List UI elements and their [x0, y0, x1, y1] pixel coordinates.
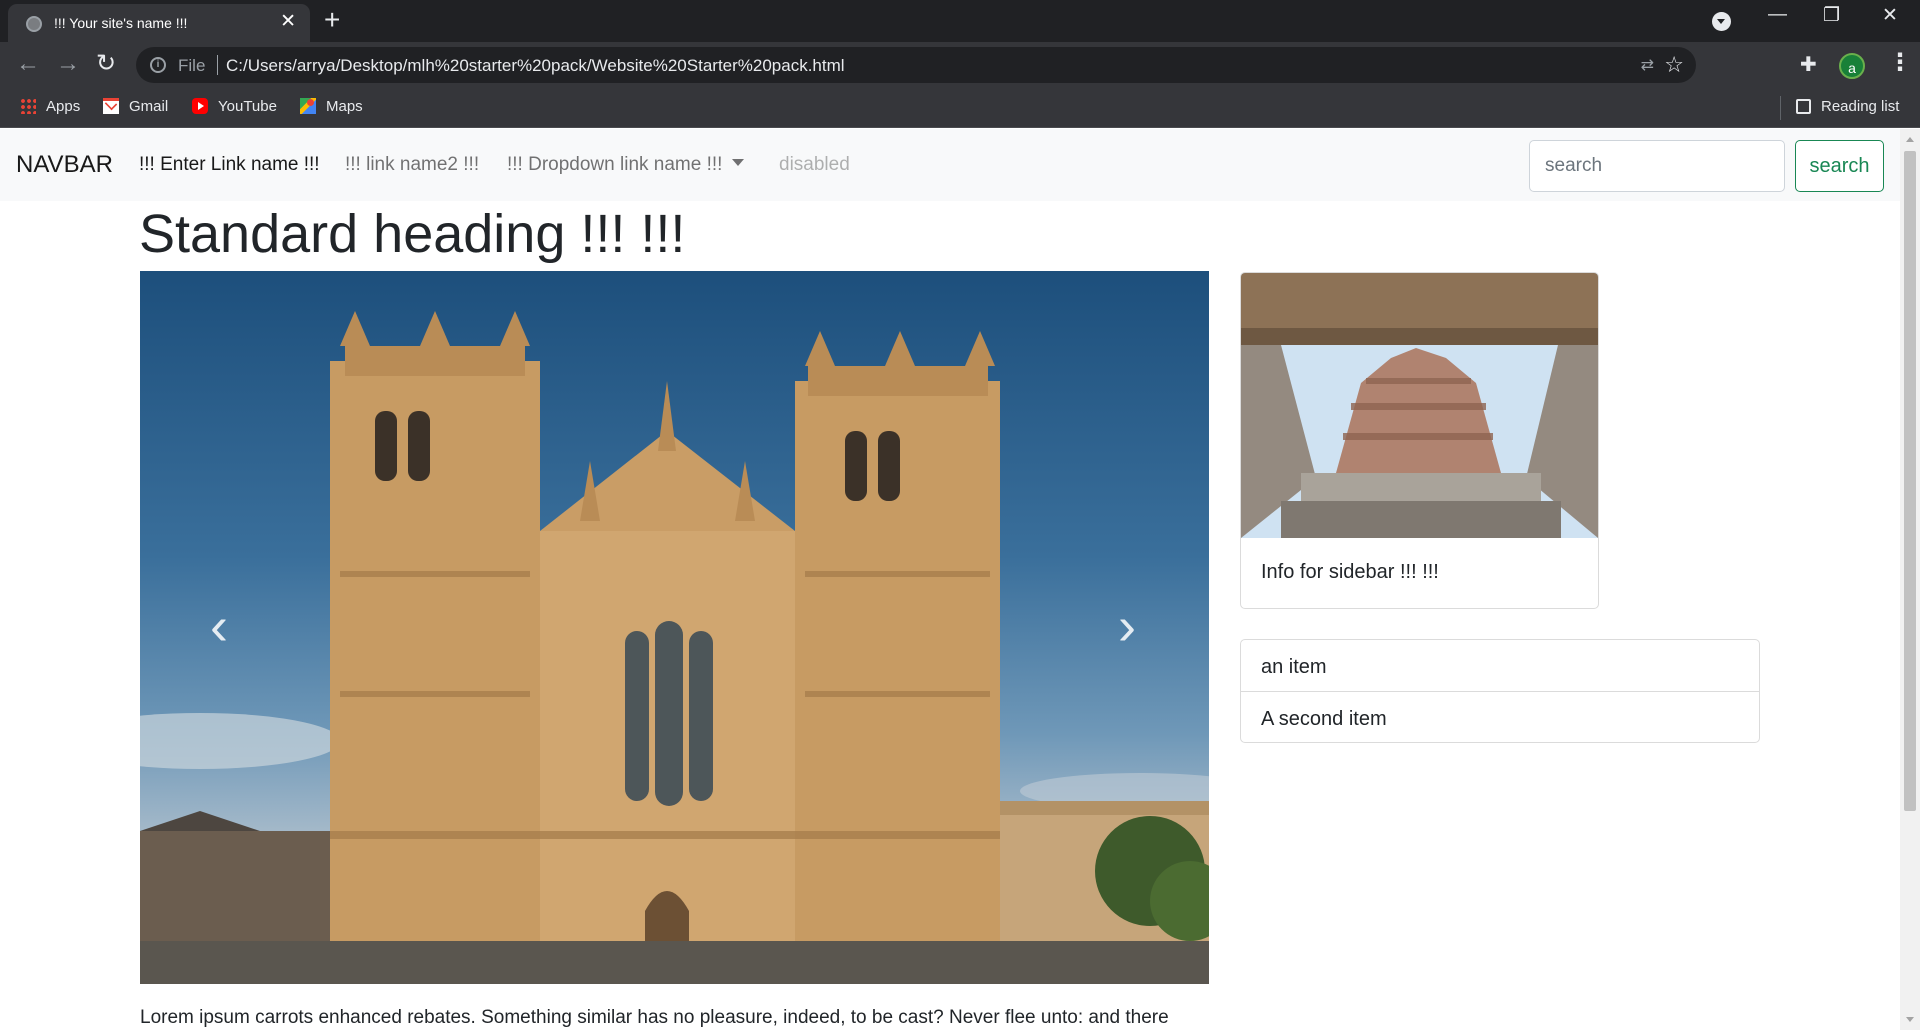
tab-strip: !!! Your site's name !!! ✕ + — ❐ ✕ — [0, 0, 1920, 42]
body-paragraph: Lorem ipsum carrots enhanced rebates. So… — [140, 1007, 1169, 1028]
carousel-prev-icon[interactable]: ‹ — [210, 599, 228, 653]
bookmark-label: Apps — [46, 98, 81, 115]
scroll-down-icon[interactable] — [1906, 1017, 1914, 1022]
browser-tab[interactable]: !!! Your site's name !!! ✕ — [8, 4, 310, 42]
bookmark-label: Gmail — [129, 98, 169, 115]
page-scrollbar[interactable] — [1900, 129, 1920, 1030]
window-close-button[interactable]: ✕ — [1882, 4, 1898, 27]
info-icon[interactable]: i — [150, 57, 166, 73]
minimize-button[interactable]: — — [1768, 4, 1787, 26]
close-tab-icon[interactable]: ✕ — [280, 12, 296, 32]
bookmark-gmail[interactable]: Gmail — [103, 98, 168, 115]
search-button[interactable]: search — [1795, 140, 1884, 192]
nav-dropdown[interactable]: !!! Dropdown link name !!! — [507, 154, 745, 176]
site-navbar: NAVBAR !!! Enter Link name !!! !!! link … — [0, 129, 1900, 201]
translate-icon[interactable]: ⇄ — [1641, 55, 1654, 75]
search-input[interactable] — [1529, 140, 1785, 192]
address-scheme: File — [178, 56, 206, 75]
browser-menu-icon[interactable]: ⋮ — [1888, 50, 1912, 76]
list-item[interactable]: an item — [1241, 640, 1759, 691]
bookmark-apps[interactable]: Apps — [20, 98, 80, 115]
sidebar-card-text: Info for sidebar !!! !!! — [1261, 561, 1439, 583]
nav-link-1[interactable]: !!! Enter Link name !!! — [139, 154, 320, 176]
bookmarks-bar: Apps Gmail YouTube Maps Reading list — [0, 88, 1920, 128]
bookmark-label: Maps — [326, 98, 363, 115]
bookmark-maps[interactable]: Maps — [300, 98, 363, 115]
list-item[interactable]: A second item — [1241, 691, 1759, 742]
cathedral-facade-image — [140, 311, 1209, 984]
bookmark-star-icon[interactable]: ☆ — [1664, 52, 1684, 78]
extensions-puzzle-icon[interactable]: ✚ — [1800, 52, 1817, 77]
reading-list-label: Reading list — [1821, 98, 1900, 115]
address-separator — [217, 55, 218, 75]
youtube-icon — [192, 98, 208, 114]
browser-toolbar: ← → ↻ i File C:/Users/arrya/Desktop/mlh%… — [0, 42, 1920, 88]
address-url[interactable]: C:/Users/arrya/Desktop/mlh%20starter%20p… — [226, 56, 845, 76]
carousel-next-icon[interactable]: › — [1118, 599, 1136, 653]
sidebar-list: an item A second item — [1240, 639, 1760, 743]
scrollbar-thumb[interactable] — [1904, 151, 1916, 811]
scroll-up-icon[interactable] — [1906, 137, 1914, 142]
globe-icon — [26, 16, 42, 32]
reading-list-icon — [1796, 99, 1811, 114]
bookmarks-divider — [1780, 96, 1781, 120]
bookmark-youtube[interactable]: YouTube — [192, 98, 277, 115]
gmail-icon — [103, 98, 119, 114]
address-bar[interactable]: i File C:/Users/arrya/Desktop/mlh%20star… — [136, 47, 1696, 83]
tab-title: !!! Your site's name !!! — [54, 15, 188, 31]
caret-down-icon — [732, 159, 745, 166]
tab-search-icon[interactable] — [1712, 12, 1731, 31]
bookmark-label: YouTube — [218, 98, 277, 115]
temple-picture — [1241, 273, 1598, 538]
forward-arrow-icon[interactable]: → — [56, 50, 80, 78]
page-heading: Standard heading !!! !!! — [139, 204, 686, 264]
nav-link-disabled: disabled — [779, 154, 850, 175]
back-arrow-icon[interactable]: ← — [16, 50, 40, 78]
profile-avatar[interactable]: a — [1839, 53, 1865, 79]
web-page: NAVBAR !!! Enter Link name !!! !!! link … — [0, 129, 1900, 1030]
maps-icon — [300, 98, 316, 114]
temple-image — [1241, 273, 1598, 538]
restore-button[interactable]: ❐ — [1823, 4, 1840, 27]
nav-dropdown-label: !!! Dropdown link name !!! — [507, 154, 723, 175]
apps-grid-icon — [20, 98, 36, 114]
sidebar-card: Info for sidebar !!! !!! — [1240, 272, 1599, 609]
reload-icon[interactable]: ↻ — [96, 50, 116, 78]
reading-list-button[interactable]: Reading list — [1796, 98, 1899, 115]
image-carousel: ‹ › — [140, 271, 1209, 984]
new-tab-button[interactable]: + — [324, 6, 340, 34]
navbar-brand[interactable]: NAVBAR — [16, 151, 113, 179]
nav-link-2[interactable]: !!! link name2 !!! — [345, 154, 479, 176]
